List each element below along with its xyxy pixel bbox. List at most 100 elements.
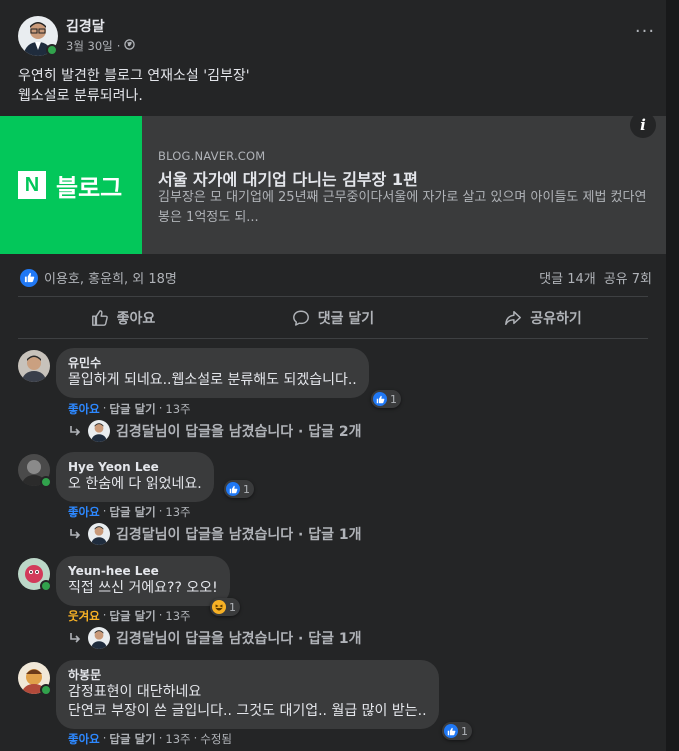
- comment-text: 직접 쓰신 거에요?? 오오!: [68, 580, 218, 596]
- like-reaction-icon: [373, 392, 387, 406]
- info-icon[interactable]: i: [630, 112, 656, 138]
- comment-reaction-count[interactable]: 1: [371, 390, 401, 408]
- comment-edited: 수정됨: [200, 732, 233, 746]
- post-date[interactable]: 3월 30일: [66, 38, 113, 54]
- share-arrow-icon: [505, 310, 522, 326]
- commenter-online-indicator: [40, 476, 52, 488]
- post-text-line2: 웹소설로 분류되려나.: [18, 88, 143, 104]
- reaction-count: 1: [390, 392, 397, 406]
- dot-separator: ·: [158, 504, 163, 518]
- dot-separator: ·: [158, 731, 163, 745]
- naver-n-logo-icon: N: [18, 171, 46, 199]
- like-reaction-icon: [226, 482, 240, 496]
- view-replies[interactable]: 김경달님이 답글을 남겼습니다 · 답글 1개: [68, 523, 362, 545]
- like-button[interactable]: 좋아요: [18, 300, 228, 336]
- comment-count[interactable]: 댓글 14개: [539, 268, 596, 287]
- replier-avatar: [88, 523, 110, 545]
- replier-avatar: [88, 420, 110, 442]
- post-card: 김경달 3월 30일 · ··· 우연히 발견한 블로그 연재소설 '김부장' …: [0, 0, 666, 751]
- share-button[interactable]: 공유하기: [438, 300, 648, 336]
- comment-button[interactable]: 댓글 달기: [228, 300, 438, 336]
- comment-author[interactable]: 하봉문: [68, 667, 427, 683]
- comment-text: 몰입하게 되네요..웹소설로 분류해도 되겠습니다..: [68, 372, 357, 388]
- reply-arrow-icon: [70, 633, 81, 643]
- comment-actions: 좋아요 · 답글 달기 · 13주: [68, 401, 191, 417]
- dot-separator: ·: [158, 401, 163, 415]
- comment-author[interactable]: 유민수: [68, 355, 357, 371]
- globe-icon[interactable]: [124, 39, 136, 53]
- link-description: 김부장은 모 대기업에 25년째 근무중이다서울에 자가로 살고 있으며 아이들…: [158, 190, 647, 225]
- comment-text-line1: 감정표현이 대단하네요: [68, 684, 202, 700]
- reply-arrow-icon: [70, 529, 81, 539]
- more-options-button[interactable]: ···: [634, 23, 656, 46]
- comment-reply-link[interactable]: 답글 달기: [109, 608, 155, 624]
- comment-time[interactable]: 13주: [165, 401, 190, 417]
- comment-haha-link[interactable]: 웃겨요: [68, 608, 100, 624]
- meta-separator: ·: [116, 39, 121, 53]
- author-online-indicator: [46, 44, 58, 56]
- link-title[interactable]: 서울 자가에 대기업 다니는 김부장 1편: [158, 166, 418, 190]
- like-button-label: 좋아요: [116, 311, 156, 327]
- comment-bubble: Hye Yeon Lee 오 한숨에 다 읽었네요.: [56, 452, 214, 502]
- haha-reaction-icon: [212, 600, 226, 614]
- engagement-counts: 댓글 14개 공유 7회: [539, 268, 652, 287]
- naver-blog-thumbnail: N 블로그: [0, 116, 142, 254]
- reactions-summary[interactable]: 이용호, 홍윤희, 외 18명: [20, 268, 177, 287]
- comment-author[interactable]: Hye Yeon Lee: [68, 459, 202, 475]
- thumbs-up-icon: [91, 310, 108, 326]
- reaction-count: 1: [461, 724, 468, 738]
- dot-separator: ·: [102, 731, 107, 745]
- comment-reply-link[interactable]: 답글 달기: [109, 731, 155, 747]
- comment-text: 오 한숨에 다 읽었네요.: [68, 476, 202, 492]
- comment-bubble: 하봉문 감정표현이 대단하네요 단연코 부장이 쓴 글입니다.. 그것도 대기업…: [56, 660, 439, 729]
- comment-actions: 좋아요 · 답글 달기 · 13주: [68, 504, 191, 520]
- commenter-online-indicator: [40, 684, 52, 696]
- reply-arrow-icon: [70, 426, 81, 436]
- reaction-count: 1: [243, 482, 250, 496]
- dot-separator: ·: [102, 401, 107, 415]
- link-domain: BLOG.NAVER.COM: [158, 149, 266, 163]
- comment-actions: 웃겨요 · 답글 달기 · 13주: [68, 608, 191, 624]
- share-button-label: 공유하기: [530, 311, 582, 327]
- reaction-count: 1: [229, 600, 236, 614]
- post-text-line1: 우연히 발견한 블로그 연재소설 '김부장': [18, 68, 250, 84]
- comment-text-line2: 단연코 부장이 쓴 글입니다.. 그것도 대기업.. 월급 많이 받는..: [68, 703, 427, 719]
- comment-icon: [292, 310, 309, 326]
- commenter-online-indicator: [40, 580, 52, 592]
- replier-avatar: [88, 627, 110, 649]
- post-author-name[interactable]: 김경달: [66, 16, 105, 36]
- comment-author[interactable]: Yeun-hee Lee: [68, 563, 218, 579]
- comment-time[interactable]: 13주: [165, 608, 190, 624]
- commenter-avatar[interactable]: [18, 350, 50, 382]
- divider-top: [18, 296, 648, 297]
- comment-reaction-count[interactable]: 1: [210, 598, 240, 616]
- replies-summary: 김경달님이 답글을 남겼습니다 · 답글 1개: [116, 527, 362, 543]
- dot-separator: ·: [193, 731, 198, 745]
- share-count[interactable]: 공유 7회: [604, 268, 652, 287]
- comment-reply-link[interactable]: 답글 달기: [109, 401, 155, 417]
- dot-separator: ·: [102, 504, 107, 518]
- dot-separator: ·: [102, 608, 107, 622]
- view-replies[interactable]: 김경달님이 답글을 남겼습니다 · 답글 1개: [68, 627, 362, 649]
- comment-bubble: 유민수 몰입하게 되네요..웹소설로 분류해도 되겠습니다..: [56, 348, 369, 398]
- comment-like-link[interactable]: 좋아요: [68, 504, 100, 520]
- link-preview-card[interactable]: N 블로그 i BLOG.NAVER.COM 서울 자가에 대기업 다니는 김부…: [0, 112, 666, 254]
- post-text: 우연히 발견한 블로그 연재소설 '김부장' 웹소설로 분류되려나.: [18, 66, 250, 106]
- comment-bubble: Yeun-hee Lee 직접 쓰신 거에요?? 오오!: [56, 556, 230, 606]
- comment-like-link[interactable]: 좋아요: [68, 731, 100, 747]
- dot-separator: ·: [158, 608, 163, 622]
- reactors-text[interactable]: 이용호, 홍윤희, 외 18명: [44, 268, 177, 287]
- comment-time[interactable]: 13주: [165, 504, 190, 520]
- comment-actions: 좋아요 · 답글 달기 · 13주 · 수정됨: [68, 731, 232, 747]
- comment-like-link[interactable]: 좋아요: [68, 401, 100, 417]
- like-reaction-icon: [20, 268, 38, 287]
- comment-reply-link[interactable]: 답글 달기: [109, 504, 155, 520]
- post-meta: 3월 30일 ·: [66, 38, 136, 54]
- comment-reaction-count[interactable]: 1: [224, 480, 254, 498]
- comment-reaction-count[interactable]: 1: [442, 722, 472, 740]
- view-replies[interactable]: 김경달님이 답글을 남겼습니다 · 답글 2개: [68, 420, 362, 442]
- comment-time[interactable]: 13주: [165, 731, 190, 747]
- blog-wordmark: 블로그: [56, 174, 123, 202]
- replies-summary: 김경달님이 답글을 남겼습니다 · 답글 1개: [116, 631, 362, 647]
- like-reaction-icon: [444, 724, 458, 738]
